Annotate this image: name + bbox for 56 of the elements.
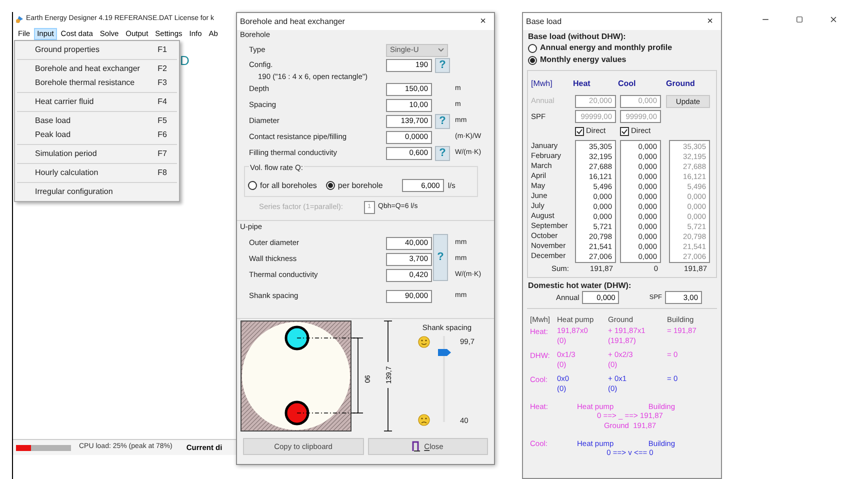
shortcut-label: F6 [158,129,167,141]
smiley-icon [418,336,430,348]
menu-entry[interactable]: Simulation period F7 [17,147,177,161]
column-header: Heat [573,78,592,90]
menu-entry-label: Base load [35,115,72,127]
slider-thumb[interactable] [438,348,451,356]
menu-entry[interactable]: Borehole and heat exchanger F2 [17,62,177,76]
section-heading: Base load (without DHW): [528,31,627,42]
menu-entry-label: Ground properties [35,44,100,56]
menu-entry[interactable]: Peak load F6 [17,128,177,142]
frown-icon [418,414,430,426]
shortcut-label: F1 [158,44,167,56]
menu-entry[interactable]: Base load F5 [17,114,177,128]
radio-button[interactable] [528,56,537,64]
shortcut-label: F2 [158,63,167,75]
radio-label: for all boreholes [260,180,317,192]
radio-label: Annual energy and monthly profile [540,42,672,54]
menu-entry-label: Irregular configuration [35,186,114,198]
shortcut-label: F3 [158,77,167,89]
unit-label: [Mwh] [531,78,554,90]
menu-entry[interactable]: Heat carrier fluid F4 [17,95,177,109]
radio-button[interactable] [528,44,537,52]
menu-entry-label: Peak load [35,129,72,141]
maximize-icon[interactable] [796,16,803,23]
menu-entry[interactable]: Irregular configuration [17,185,177,199]
canvas-letter: D [180,52,190,70]
close-button[interactable]: × [707,16,713,26]
close-button[interactable]: × [480,16,486,26]
checkbox[interactable] [575,126,584,136]
menu-entry-label: Hourly calculation [35,167,100,179]
shortcut-label: F5 [158,115,167,127]
menu-entry-label: Borehole and heat exchanger [35,63,141,75]
menu-entry-label: Borehole thermal resistance [35,77,136,89]
radio-label: per borehole [338,180,383,192]
close-icon[interactable] [829,15,838,24]
radio-label: Monthly energy values [540,54,626,66]
section-heading: Domestic hot water (DHW): [528,280,632,291]
door-icon [412,441,422,452]
shank-slider[interactable] [438,336,452,422]
menu-entry-label: Simulation period [35,148,98,160]
radio-button[interactable] [326,181,335,190]
radio-button[interactable] [248,181,257,190]
shortcut-label: F8 [158,167,167,179]
menu-entry-label: Heat carrier fluid [35,96,95,108]
chevron-down-icon [438,48,444,52]
dialog-title: Base load [526,16,563,28]
shortcut-label: F7 [158,148,167,160]
shortcut-label: F4 [158,96,167,108]
menu-entry[interactable]: Hourly calculation F8 [17,166,177,180]
menu-entry[interactable]: Ground properties F1 [17,43,177,57]
column-header: Ground [666,78,696,90]
column-header: Cool [618,78,637,90]
app-icon [15,15,24,24]
dialog-title: Borehole and heat exchanger [240,16,346,28]
menu-entry[interactable]: Borehole thermal resistance F3 [17,76,177,90]
checkbox[interactable] [620,126,629,136]
